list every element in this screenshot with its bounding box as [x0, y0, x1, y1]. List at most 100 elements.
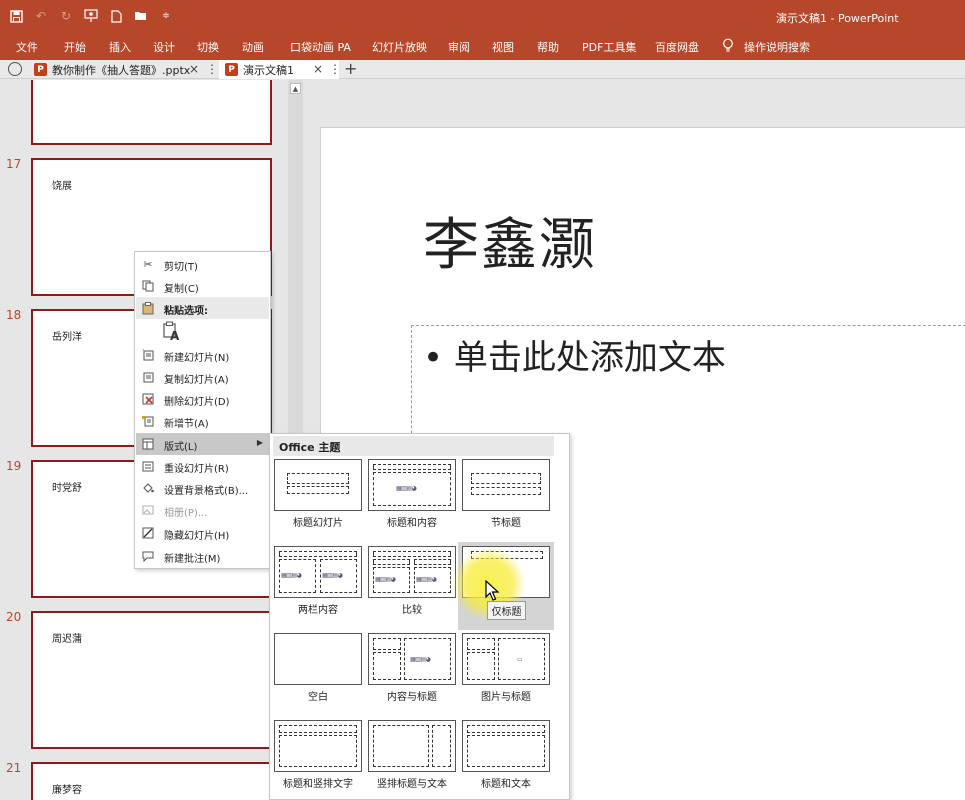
content-placeholder-icons: ▦▥▤◕	[416, 576, 437, 583]
layout-comparison[interactable]: ▦▥▤◕ ▦▥▤◕ 比较	[368, 546, 458, 616]
window-title: 演示文稿1 - PowerPoint	[776, 12, 899, 25]
content-placeholder-icons: ▦▥▤◕	[396, 485, 417, 492]
doc-tab-pptx[interactable]: P 教你制作《抽人答题》.pptx × ⋮	[28, 60, 218, 79]
thumbnail-title: 饶展	[52, 181, 72, 192]
menu-header-paste-options: 粘贴选项:	[136, 297, 269, 319]
tab-manager-icon[interactable]	[8, 62, 22, 76]
title-bar: ↶ ↻ ≑ 演示文稿1 - PowerPoint	[0, 0, 965, 33]
redo-icon[interactable]: ↻	[58, 8, 74, 24]
close-tab-icon[interactable]: ×	[189, 62, 199, 76]
doc-tab-presentation1[interactable]: P 演示文稿1 × ⋮	[219, 60, 341, 79]
presenter-icon[interactable]	[83, 8, 99, 24]
add-section-icon	[141, 414, 155, 428]
hide-slide-icon	[141, 526, 155, 540]
menu-item-photo-album: 相册(P)...	[136, 499, 269, 521]
slide-number: 18	[6, 308, 22, 322]
comment-icon	[141, 549, 155, 563]
thumbnail-title: 时党舒	[52, 483, 82, 494]
new-tab-button[interactable]: +	[344, 60, 357, 78]
menu-item-copy[interactable]: 复制(C)	[136, 275, 269, 297]
menu-item-add-section[interactable]: 新增节(A)	[136, 410, 269, 432]
picture-placeholder-icon: ▭	[517, 656, 523, 663]
slide-thumbnail[interactable]: 周迟蒲	[31, 611, 272, 749]
slide-thumbnail[interactable]	[31, 80, 272, 145]
tab-pdf-tools[interactable]: PDF工具集	[582, 39, 636, 55]
delete-slide-icon	[141, 392, 155, 406]
document-tab-bar: P 教你制作《抽人答题》.pptx × ⋮ P 演示文稿1 × ⋮ +	[0, 60, 965, 79]
tab-more-icon[interactable]: ⋮	[329, 62, 341, 76]
scroll-up-icon[interactable]: ▲	[290, 83, 301, 94]
close-tab-icon[interactable]: ×	[313, 62, 323, 76]
open-folder-icon[interactable]	[133, 8, 149, 24]
tab-review[interactable]: 审阅	[448, 39, 470, 55]
tab-more-icon[interactable]: ⋮	[206, 62, 218, 76]
layout-two-content[interactable]: ▦▥▤◕ ▦▥▤◕ 两栏内容	[274, 546, 364, 616]
svg-text:A: A	[170, 329, 180, 341]
menu-item-cut[interactable]: ✂ 剪切(T)	[136, 253, 269, 275]
layout-title-and-content[interactable]: ▦▥▤◕ 标题和内容	[368, 459, 458, 529]
content-placeholder-icons: ▦▥▤◕	[375, 576, 396, 583]
thumbnail-title: 周迟蒲	[52, 634, 82, 645]
layout-icon	[141, 437, 155, 451]
content-placeholder-icons: ▦▥▤◕	[281, 572, 302, 579]
undo-icon[interactable]: ↶	[33, 8, 49, 24]
tell-me-search[interactable]: 操作说明搜索	[744, 39, 810, 55]
tab-insert[interactable]: 插入	[109, 39, 131, 55]
scissors-icon: ✂	[143, 257, 153, 271]
menu-item-format-background[interactable]: 设置背景格式(B)...	[136, 477, 269, 499]
clipboard-icon	[141, 301, 155, 315]
slide-thumbnail[interactable]: 廉梦容	[31, 762, 272, 800]
menu-item-hide-slide[interactable]: 隐藏幻灯片(H)	[136, 522, 269, 544]
content-placeholder-icons: ▦▥▤◕	[322, 572, 343, 579]
menu-item-duplicate-slide[interactable]: 复制幻灯片(A)	[136, 366, 269, 388]
slide-number: 20	[6, 610, 22, 624]
customize-qat-icon[interactable]: ≑	[158, 8, 174, 24]
layout-picture-with-caption[interactable]: ▭ 图片与标题	[462, 633, 552, 703]
new-slide-icon	[141, 348, 155, 362]
layout-tooltip: 仅标题	[487, 601, 526, 620]
tab-file[interactable]: 文件	[16, 39, 38, 55]
tab-pocket-animation[interactable]: 口袋动画 PA	[290, 39, 351, 55]
layout-title-slide[interactable]: 标题幻灯片	[274, 459, 364, 529]
save-icon[interactable]	[8, 8, 24, 24]
paint-bucket-icon	[141, 481, 155, 495]
layout-gallery-header: Office 主题	[273, 436, 554, 456]
menu-item-new-slide[interactable]: 新建幻灯片(N)	[136, 344, 269, 366]
tab-help[interactable]: 帮助	[537, 39, 559, 55]
layout-vertical-title-and-text[interactable]: 竖排标题与文本	[368, 720, 458, 790]
slide-title-text[interactable]: 李鑫灏	[423, 200, 597, 281]
tab-design[interactable]: 设计	[153, 39, 175, 55]
lightbulb-icon	[722, 38, 736, 54]
layout-content-with-caption[interactable]: ▦▥▤◕ 内容与标题	[368, 633, 458, 703]
menu-item-delete-slide[interactable]: 删除幻灯片(D)	[136, 388, 269, 410]
tab-view[interactable]: 视图	[492, 39, 514, 55]
content-placeholder-text[interactable]: • 单击此处添加文本	[423, 330, 726, 379]
reset-slide-icon	[141, 459, 155, 473]
layout-title-and-text[interactable]: 标题和文本	[462, 720, 552, 790]
layout-title-and-vertical-text[interactable]: 标题和竖排文字	[274, 720, 364, 790]
tab-baidu-netdisk[interactable]: 百度网盘	[655, 39, 699, 55]
menu-item-layout[interactable]: 版式(L) ▶	[136, 433, 269, 455]
layout-section-header[interactable]: 节标题	[462, 459, 552, 529]
paste-keep-text-icon[interactable]: A	[163, 321, 181, 343]
tab-slideshow[interactable]: 幻灯片放映	[372, 39, 427, 55]
thumbnail-title: 岳列洋	[52, 332, 82, 343]
layout-blank[interactable]: 空白	[274, 633, 364, 703]
tab-home[interactable]: 开始	[64, 39, 86, 55]
menu-item-reset-slide[interactable]: 重设幻灯片(R)	[136, 455, 269, 477]
powerpoint-file-icon: P	[34, 63, 47, 76]
content-placeholder-icons: ▦▥▤◕	[410, 656, 431, 663]
new-file-icon[interactable]	[108, 8, 124, 24]
context-menu: ✂ 剪切(T) 复制(C) 粘贴选项: A 新建幻灯片(N) 复制幻灯片(A) …	[134, 251, 271, 569]
submenu-arrow-icon: ▶	[256, 438, 263, 447]
photo-album-icon	[141, 503, 155, 517]
menu-item-new-comment[interactable]: 新建批注(M)	[136, 545, 269, 567]
duplicate-slide-icon	[141, 370, 155, 384]
slide-number: 19	[6, 459, 22, 473]
ribbon-tab-bar: 文件 开始 插入 设计 切换 动画 口袋动画 PA 幻灯片放映 审阅 视图 帮助…	[0, 33, 965, 60]
quick-access-toolbar: ↶ ↻ ≑	[8, 8, 174, 24]
tab-transitions[interactable]: 切换	[197, 39, 219, 55]
tab-animations[interactable]: 动画	[242, 39, 264, 55]
doc-tab-title: 教你制作《抽人答题》.pptx	[52, 63, 191, 77]
powerpoint-file-icon: P	[225, 63, 238, 76]
